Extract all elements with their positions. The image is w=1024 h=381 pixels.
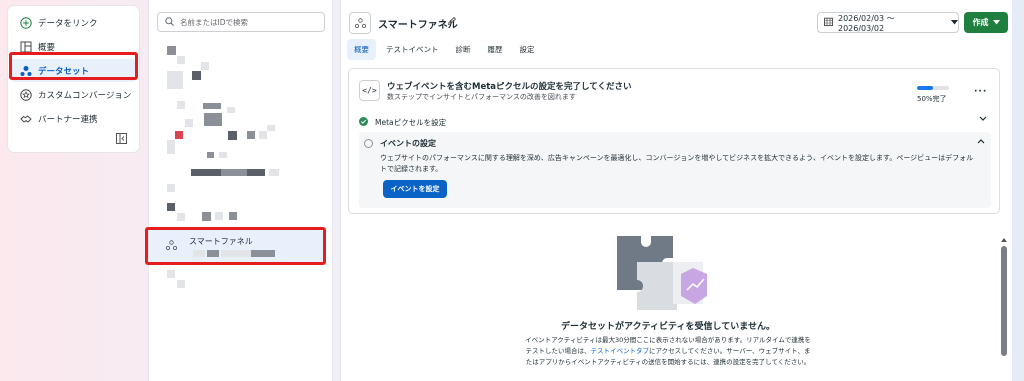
redacted-text: [185, 119, 193, 127]
nav-item-label: カスタムコンバージョン: [38, 90, 132, 101]
redacted-text: [247, 131, 255, 139]
set-events-button[interactable]: イベントを設定: [383, 180, 447, 198]
redacted-text: [177, 213, 185, 221]
redacted-text: [247, 169, 265, 176]
handshake-icon: [20, 113, 32, 125]
step-pixel-label: Metaピクセルを設定: [375, 117, 447, 127]
redacted-text: [203, 103, 221, 109]
redacted-text: [207, 152, 214, 158]
redacted-text: [167, 270, 175, 278]
redacted-text: [167, 203, 175, 211]
redacted-text: [251, 250, 275, 257]
chevron-down-icon: [979, 115, 987, 124]
step-event-title: イベントの設定: [380, 139, 436, 148]
redacted-text: [269, 169, 279, 176]
nav-item-label: 概要: [38, 42, 56, 53]
more-options-icon[interactable]: ···: [974, 87, 987, 97]
date-range-picker[interactable]: 2026/02/03 ～ 2026/03/02: [817, 12, 959, 33]
nav-item-overview[interactable]: 概要: [11, 35, 136, 58]
tab-overview[interactable]: 概要: [347, 39, 376, 60]
list-item-title: スマートファネル: [189, 237, 253, 246]
dataset-icon: [20, 65, 32, 77]
tab-history[interactable]: 履歴: [481, 39, 510, 60]
nav-item-custom-conversion[interactable]: カスタムコンバージョン: [11, 83, 136, 106]
redacted-text: [177, 101, 185, 109]
redacted-text: [221, 169, 247, 176]
empty-circle-icon: [364, 139, 373, 148]
puzzle-illustration: [607, 234, 717, 310]
page-title: スマートファネル: [378, 20, 458, 31]
redacted-text: [167, 46, 176, 55]
redacted-text: [259, 131, 267, 139]
left-navigation: データをリンク 概要 データセット カスタムコンバージョン パートナー連携: [8, 6, 139, 152]
chevron-up-icon[interactable]: [977, 137, 985, 146]
search-icon: [165, 16, 174, 28]
date-range-label: 2026/02/03 ～ 2026/03/02: [838, 13, 895, 33]
search-box: [157, 12, 325, 32]
redacted-text: [227, 107, 235, 113]
collapse-sidebar-icon[interactable]: [116, 133, 127, 144]
redacted-text: [219, 152, 227, 158]
main-scrollbar[interactable]: [1001, 246, 1007, 356]
redacted-text: [167, 184, 175, 192]
search-input[interactable]: [180, 17, 320, 27]
redacted-text: [167, 71, 183, 89]
list-item-selected[interactable]: スマートファネル: [149, 228, 325, 263]
redacted-text: [202, 212, 211, 221]
edit-pencil-icon[interactable]: [447, 16, 457, 26]
step-event-setup: イベントの設定 ウェブサイトのパフォーマンスに関する理解を深め、広告キャンペーン…: [359, 132, 991, 208]
setup-card: </> ウェブイベントを含むMetaピクセルの設定を完了してください 数ステップ…: [348, 68, 1000, 214]
plus-circle-icon: [20, 16, 32, 29]
code-icon: </>: [359, 80, 380, 101]
check-circle-icon: [359, 116, 368, 128]
nav-item-partner[interactable]: パートナー連携: [11, 107, 136, 130]
redacted-text: [167, 146, 175, 154]
redacted-text: [177, 280, 185, 288]
redacted-text: [175, 131, 183, 139]
empty-state-title: データセットがアクティビティを受信していません。: [561, 322, 775, 332]
dataset-list-panel: スマートファネル: [148, 0, 333, 381]
progress-text: 50%完了: [917, 95, 947, 103]
tab-bar: 概要 テストイベント 診断 履歴 設定: [347, 39, 545, 60]
dataset-icon: [165, 240, 178, 251]
dataset-header-icon: [349, 12, 371, 34]
redacted-text: [267, 125, 275, 131]
progress-bar: [917, 86, 949, 90]
redacted-text: [204, 113, 222, 126]
tab-diagnostics[interactable]: 診断: [449, 39, 478, 60]
setup-card-subtitle: 数ステップでインサイトとパフォーマンスの改善を図れます: [387, 93, 576, 101]
redacted-text: [192, 71, 201, 80]
create-button[interactable]: 作成: [964, 12, 1008, 33]
empty-state-description: イベントアクティビティは最大30分間ここに表示されない場合があります。リアルタイ…: [523, 335, 813, 368]
redacted-text: [191, 169, 221, 176]
nav-item-dataset[interactable]: データセット: [11, 59, 136, 82]
redacted-text: [201, 62, 209, 70]
redacted-text: [221, 250, 251, 257]
tab-settings[interactable]: 設定: [513, 39, 542, 60]
redacted-text: [177, 56, 185, 64]
caret-down-icon: [992, 18, 1000, 27]
scroll-up-arrow-icon[interactable]: [1001, 236, 1007, 242]
tab-test-events[interactable]: テストイベント: [379, 39, 446, 60]
link-data-button[interactable]: データをリンク: [11, 11, 136, 34]
link-data-label: データをリンク: [38, 18, 98, 29]
main-panel: スマートファネル 2026/02/03 ～ 2026/03/02 作成 概要 テ…: [340, 0, 1012, 381]
calendar-icon: [824, 17, 833, 28]
step-pixel-setup[interactable]: Metaピクセルを設定: [359, 114, 991, 130]
create-label: 作成: [972, 18, 989, 27]
caret-down-icon: [951, 18, 958, 27]
redacted-text: [228, 131, 237, 140]
setup-card-title: ウェブイベントを含むMetaピクセルの設定を完了してください: [387, 82, 632, 92]
redacted-text: [207, 250, 219, 257]
progress-bar-fill: [917, 86, 933, 90]
nav-item-label: パートナー連携: [38, 114, 98, 125]
nav-item-label: データセット: [38, 66, 90, 77]
star-icon: [20, 88, 32, 101]
test-events-tab-link[interactable]: テストイベントタブ: [590, 347, 649, 355]
redacted-text: [193, 250, 205, 257]
redacted-text: [215, 212, 223, 220]
step-event-description: ウェブサイトのパフォーマンスに関する理解を深め、広告キャンペーンを最適化し、コン…: [380, 154, 974, 173]
overview-icon: [20, 41, 32, 53]
redacted-text: [229, 212, 237, 220]
